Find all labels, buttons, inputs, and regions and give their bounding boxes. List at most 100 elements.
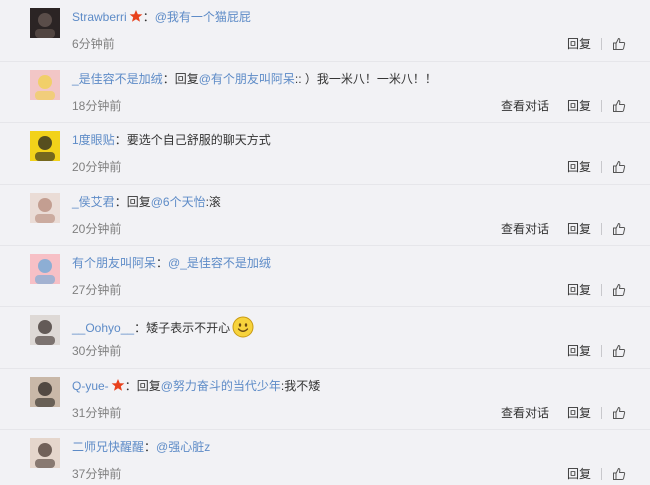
action-divider (601, 345, 602, 357)
view-conversation-link[interactable]: 查看对话 (501, 99, 549, 113)
user-avatar[interactable] (30, 70, 60, 100)
view-conversation-link[interactable]: 查看对话 (501, 222, 549, 236)
mention-link[interactable]: @有个朋友叫阿呆 (199, 72, 295, 86)
action-divider (601, 161, 602, 173)
reply-link[interactable]: 回复 (567, 160, 591, 174)
mention-link[interactable]: @_是佳容不是加绒 (168, 256, 271, 270)
comment-actions: 回复 (567, 467, 626, 481)
mention-link[interactable]: @强心脏z (156, 440, 210, 454)
comment-line: 二师兄快醒醒：@强心脏z (72, 439, 210, 455)
comment-item: Strawberri ：@我有一个猫屁屁 6分钟前 回复 (0, 0, 650, 61)
comment-separator: ： (114, 133, 127, 147)
comment-item: _侯艾君：回复@6个天怡:滚 20分钟前 查看对话 回复 (0, 184, 650, 246)
comment-separator: ： (162, 72, 175, 86)
thumbs-up-icon[interactable] (612, 283, 626, 297)
comment-line: _侯艾君：回复@6个天怡:滚 (72, 194, 221, 210)
comment-text: 回复 (126, 195, 151, 209)
thumbs-up-icon[interactable] (612, 406, 626, 420)
thumbs-up-icon[interactable] (612, 160, 626, 174)
action-divider (601, 223, 602, 235)
comment-separator: ： (144, 440, 157, 454)
comment-text: :我不矮 (280, 379, 321, 393)
thumbs-up-icon[interactable] (612, 222, 626, 236)
user-avatar[interactable] (30, 438, 60, 468)
username-link[interactable]: Q-yue- (72, 379, 109, 393)
comment-separator: ： (124, 379, 137, 393)
comment-time: 37分钟前 (72, 467, 122, 481)
comment-text: 矮子表示不开心 (146, 321, 231, 335)
comment-time: 20分钟前 (72, 222, 122, 236)
comment-actions: 查看对话 回复 (501, 406, 626, 420)
user-avatar[interactable] (30, 254, 60, 284)
mention-link[interactable]: @努力奋斗的当代少年 (161, 379, 281, 393)
action-divider (601, 284, 602, 296)
username-link[interactable]: Strawberri (72, 10, 127, 24)
action-divider (601, 407, 602, 419)
comment-time: 18分钟前 (72, 99, 122, 113)
comment-actions: 回复 (567, 160, 626, 174)
comment-item: 有个朋友叫阿呆：@_是佳容不是加绒 27分钟前 回复 (0, 245, 650, 307)
thumbs-up-icon[interactable] (612, 467, 626, 481)
reply-link[interactable]: 回复 (567, 99, 591, 113)
reply-link[interactable]: 回复 (567, 467, 591, 481)
action-divider (601, 468, 602, 480)
comment-item: __Oohyo__：矮子表示不开心 30分钟前 回复 (0, 306, 650, 369)
thumbs-up-icon[interactable] (612, 344, 626, 358)
username-link[interactable]: _是佳容不是加绒 (72, 72, 163, 86)
action-divider (601, 38, 602, 50)
comment-line: _是佳容不是加绒：回复@有个朋友叫阿呆:: ）我一米八！一米八！！ (72, 71, 437, 87)
thumbs-up-icon[interactable] (612, 99, 626, 113)
vip-badge-icon (111, 379, 125, 391)
user-avatar[interactable] (30, 377, 60, 407)
reply-link[interactable]: 回复 (567, 283, 591, 297)
comment-text: 要选个自己舒服的聊天方式 (126, 133, 271, 147)
reply-link[interactable]: 回复 (567, 37, 591, 51)
comment-time: 27分钟前 (72, 283, 122, 297)
comment-actions: 回复 (567, 283, 626, 297)
comment-time: 6分钟前 (72, 37, 115, 51)
user-avatar[interactable] (30, 315, 60, 345)
comment-text: :滚 (205, 195, 221, 209)
comment-line: Strawberri ：@我有一个猫屁屁 (72, 9, 251, 25)
smiley-emoji-icon (232, 316, 254, 338)
user-avatar[interactable] (30, 131, 60, 161)
comment-text: :: ）我一米八！一米八！！ (294, 72, 437, 86)
username-link[interactable]: _侯艾君 (72, 195, 115, 209)
username-link[interactable]: 有个朋友叫阿呆 (72, 256, 156, 270)
comment-separator: ： (142, 10, 155, 24)
vip-badge-icon (129, 10, 143, 22)
mention-link[interactable]: @我有一个猫屁屁 (155, 10, 251, 24)
comment-line: 有个朋友叫阿呆：@_是佳容不是加绒 (72, 255, 271, 271)
comment-list: Strawberri ：@我有一个猫屁屁 6分钟前 回复 _是佳容不是加绒：回复@有个朋… (0, 0, 650, 484)
comment-line: Q-yue- ：回复@努力奋斗的当代少年:我不矮 (72, 378, 320, 394)
user-avatar[interactable] (30, 193, 60, 223)
comment-separator: ： (156, 256, 169, 270)
comment-separator: ： (114, 195, 127, 209)
user-avatar[interactable] (30, 8, 60, 38)
reply-link[interactable]: 回复 (567, 222, 591, 236)
username-link[interactable]: __Oohyo__ (72, 321, 134, 335)
username-link[interactable]: 1度眼贴 (72, 133, 115, 147)
reply-link[interactable]: 回复 (567, 344, 591, 358)
username-link[interactable]: 二师兄快醒醒 (72, 440, 144, 454)
comment-separator: ： (134, 321, 147, 335)
comment-actions: 查看对话 回复 (501, 99, 626, 113)
comment-text: 回复 (136, 379, 161, 393)
thumbs-up-icon[interactable] (612, 37, 626, 51)
comment-line: __Oohyo__：矮子表示不开心 (72, 316, 254, 338)
reply-link[interactable]: 回复 (567, 406, 591, 420)
action-divider (601, 100, 602, 112)
comment-line: 1度眼贴：要选个自己舒服的聊天方式 (72, 132, 271, 148)
comment-time: 30分钟前 (72, 344, 122, 358)
comment-actions: 查看对话 回复 (501, 222, 626, 236)
comment-actions: 回复 (567, 37, 626, 51)
mention-link[interactable]: @6个天怡 (151, 195, 206, 209)
comment-actions: 回复 (567, 344, 626, 358)
view-conversation-link[interactable]: 查看对话 (501, 406, 549, 420)
comment-item: _是佳容不是加绒：回复@有个朋友叫阿呆:: ）我一米八！一米八！！ 18分钟前 查看… (0, 61, 650, 123)
comment-item: Q-yue- ：回复@努力奋斗的当代少年:我不矮 31分钟前 查看对话 回复 (0, 368, 650, 430)
comment-time: 31分钟前 (72, 406, 122, 420)
comment-time: 20分钟前 (72, 160, 122, 174)
comment-item: 二师兄快醒醒：@强心脏z 37分钟前 回复 (0, 429, 650, 485)
comment-item: 1度眼贴：要选个自己舒服的聊天方式 20分钟前 回复 (0, 122, 650, 185)
